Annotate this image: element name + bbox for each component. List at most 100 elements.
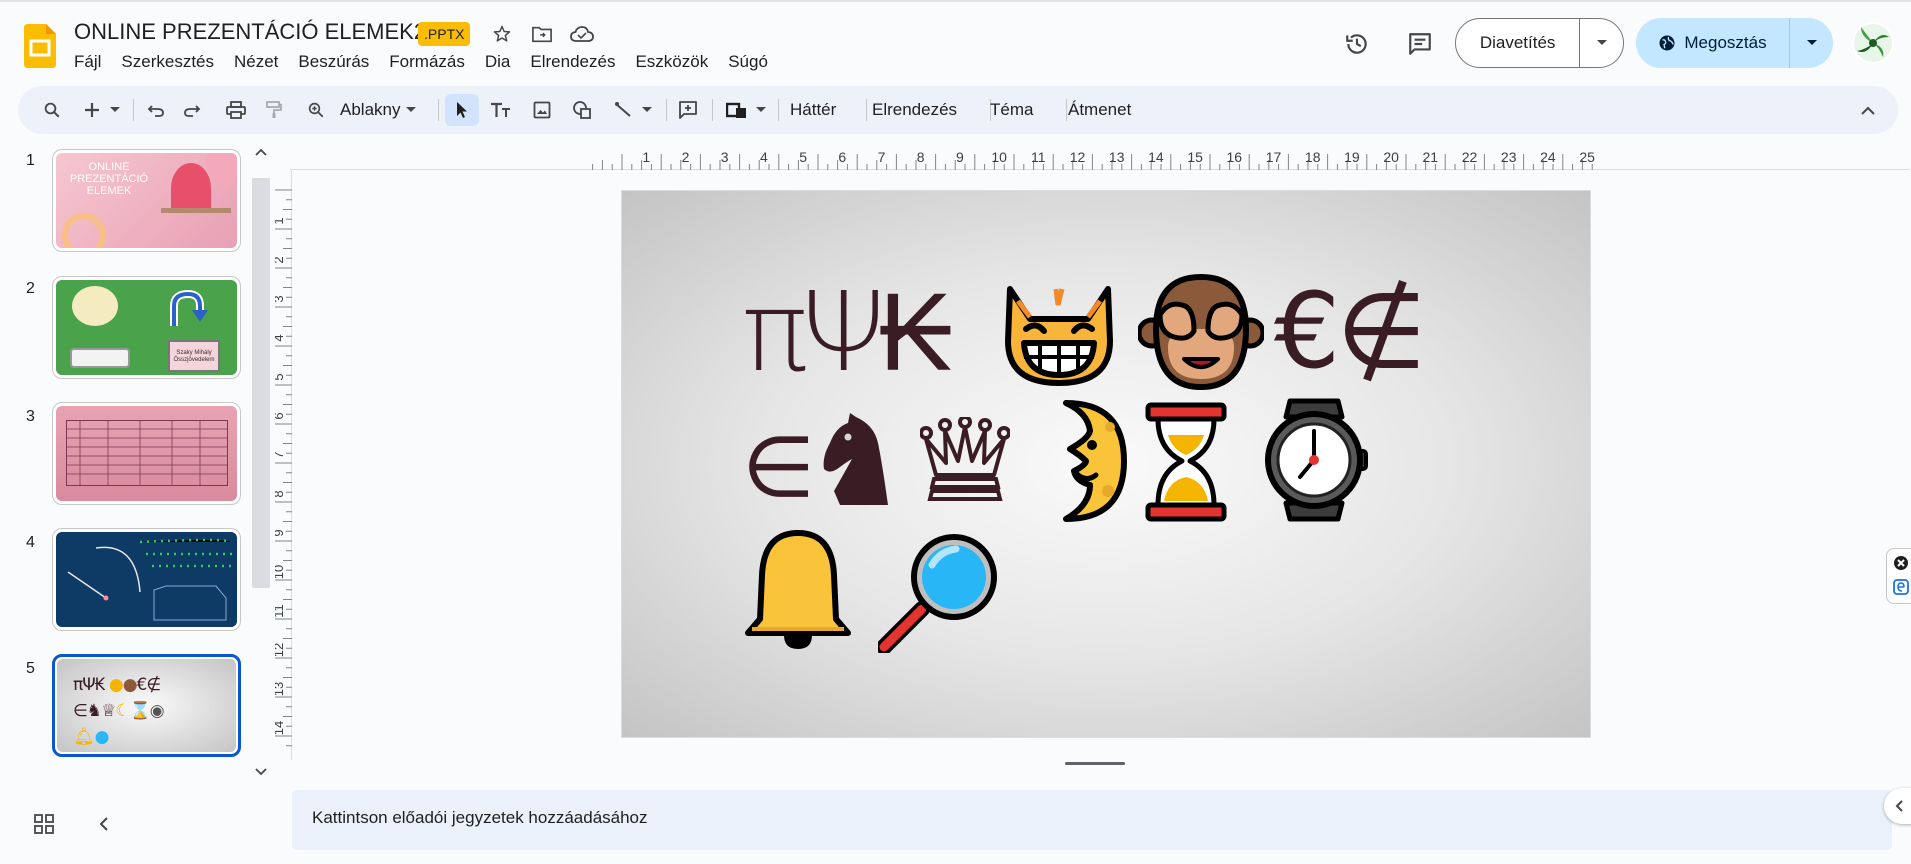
transition-button[interactable]: Átmenet xyxy=(1068,94,1131,126)
first-quarter-moon-face-icon[interactable] xyxy=(1030,399,1128,523)
speaker-notes-placeholder: Kattintson előadói jegyzetek hozzáadásáh… xyxy=(312,808,648,827)
menu-insert[interactable]: Beszúrás xyxy=(288,50,379,74)
horizontal-ruler[interactable]: 1 2 3 4 5 6 7 8 9 10 11 12 13 14 15 16 17 18 19 20 21 22 23 24 2… xyxy=(290,140,1910,170)
menu-format[interactable]: Formázás xyxy=(379,50,475,74)
share-label: Megosztás xyxy=(1684,33,1767,52)
layout-button[interactable]: Elrendezés xyxy=(872,94,957,126)
greek-symbols-text[interactable]: πΨ₭ xyxy=(742,277,952,387)
document-title[interactable]: ONLINE PREZENTÁCIÓ ELEMEK2 xyxy=(74,19,426,45)
watch-icon[interactable] xyxy=(1262,397,1370,523)
ruler-label: 22 xyxy=(1462,149,1478,165)
slide-thumbnail-3[interactable] xyxy=(52,402,241,505)
move-folder-icon[interactable] xyxy=(528,20,556,48)
slideshow-options-dropdown[interactable] xyxy=(1580,19,1623,67)
scroll-up-icon[interactable] xyxy=(255,148,267,156)
collapse-menus-icon[interactable] xyxy=(1854,94,1882,126)
speaker-notes-panel[interactable]: Kattintson előadói jegyzetek hozzáadásáh… xyxy=(292,790,1892,850)
ruler-label: 9 xyxy=(956,149,964,165)
menu-tools[interactable]: Eszközök xyxy=(625,50,718,74)
slide-thumbnail-1[interactable]: ONLINE PREZENTÁCIÓ ELEMEK xyxy=(52,149,241,252)
undo-icon[interactable] xyxy=(142,94,170,126)
toolbar-divider xyxy=(133,99,134,121)
text-box-icon[interactable] xyxy=(486,94,516,126)
cloud-saved-icon[interactable] xyxy=(568,20,596,48)
star-icon[interactable] xyxy=(488,20,516,48)
notes-resize-handle[interactable] xyxy=(1065,762,1125,765)
menu-bar: Fájl Szerkesztés Nézet Beszúrás Formázás… xyxy=(64,50,778,74)
background-button[interactable]: Háttér xyxy=(790,94,836,126)
see-no-evil-monkey-emoji-icon[interactable] xyxy=(1138,271,1264,393)
ruler-label: 7 xyxy=(878,149,886,165)
menu-file[interactable]: Fájl xyxy=(64,50,111,74)
extension-icon[interactable] xyxy=(1893,579,1909,595)
theme-button[interactable]: Téma xyxy=(990,94,1033,126)
slide-thumbnail-4[interactable] xyxy=(52,528,241,631)
vertical-ruler[interactable]: 1234567891011121314 xyxy=(271,170,292,760)
redo-icon[interactable] xyxy=(178,94,206,126)
ruler-label: 24 xyxy=(1540,149,1556,165)
new-slide-icon[interactable] xyxy=(78,94,106,126)
slides-logo-icon[interactable] xyxy=(24,24,56,68)
desk-illustration-icon xyxy=(161,208,231,213)
ruler-label: 17 xyxy=(1266,149,1282,165)
zoom-dropdown[interactable]: Ablakny xyxy=(340,94,417,126)
scroll-down-icon[interactable] xyxy=(255,768,267,776)
insert-special-icon[interactable] xyxy=(722,94,752,126)
slide-canvas[interactable]: πΨ₭ €∉ ∈ xyxy=(622,191,1590,737)
insert-special-dropdown-icon[interactable] xyxy=(754,94,768,126)
insert-image-icon[interactable] xyxy=(528,94,556,126)
zoom-label: Ablakny xyxy=(340,100,401,119)
search-menus-icon[interactable] xyxy=(36,94,68,126)
chess-knight-icon[interactable] xyxy=(820,413,892,507)
comments-icon[interactable] xyxy=(1400,24,1440,64)
bell-icon[interactable] xyxy=(744,529,852,653)
smiley-shape-icon xyxy=(72,286,118,326)
grid-view-icon[interactable] xyxy=(30,810,58,838)
account-avatar[interactable] xyxy=(1852,22,1894,64)
close-circle-icon[interactable] xyxy=(1893,555,1909,571)
collapse-filmstrip-icon[interactable] xyxy=(90,810,118,838)
slide-thumbnail-5[interactable]: πΨ₭ ●●€∉ ∈♞♕☾⌛◉ 🔔︎● xyxy=(52,654,241,757)
start-slideshow-button[interactable]: Diavetítés xyxy=(1456,19,1581,67)
share-options-dropdown[interactable] xyxy=(1790,18,1833,68)
menu-arrange[interactable]: Elrendezés xyxy=(520,50,625,74)
scroll-thumb[interactable] xyxy=(252,178,270,588)
filmstrip-scrollbar[interactable] xyxy=(252,148,270,778)
ruler-ticks: 1 2 3 4 5 6 7 8 9 10 11 12 13 14 15 16 17 18 19 20 21 22 23 24 2… xyxy=(592,149,1595,170)
grinning-cat-emoji-icon[interactable] xyxy=(1000,271,1118,389)
menu-edit[interactable]: Szerkesztés xyxy=(111,50,224,74)
line-dropdown-icon[interactable] xyxy=(640,94,654,126)
menu-view[interactable]: Nézet xyxy=(224,50,288,74)
share-button[interactable]: Megosztás xyxy=(1636,18,1790,68)
print-icon[interactable] xyxy=(222,94,250,126)
toolbar: Ablakny Háttér Elrendezés Téma Átmenet xyxy=(18,86,1898,134)
ruler-label: 8 xyxy=(917,149,925,165)
scroll-shape-icon xyxy=(70,348,130,368)
new-slide-layout-dropdown-icon[interactable] xyxy=(108,94,122,126)
element-of-symbol-text[interactable]: ∈ xyxy=(742,425,815,509)
ruler-label: 18 xyxy=(1305,149,1321,165)
select-tool-icon[interactable] xyxy=(445,94,479,126)
line-icon[interactable] xyxy=(610,94,638,126)
ruler-label: 7 xyxy=(275,451,286,458)
ruler-label: 1 xyxy=(275,217,286,224)
currency-symbols-text[interactable]: €∉ xyxy=(1274,279,1427,383)
side-panel-tab[interactable] xyxy=(1886,548,1911,604)
paint-format-icon[interactable] xyxy=(260,94,288,126)
magnifying-glass-icon[interactable] xyxy=(878,529,1002,653)
ruler-label: 19 xyxy=(1344,149,1360,165)
zoom-icon[interactable] xyxy=(302,94,330,126)
slideshow-button: Diavetítés xyxy=(1455,18,1624,68)
thumb-symbols-row-3: 🔔︎● xyxy=(73,727,110,747)
chevron-down-icon xyxy=(1806,40,1817,45)
thumb-symbols-row-2: ∈♞♕☾⌛◉ xyxy=(73,701,165,721)
version-history-icon[interactable] xyxy=(1337,24,1377,64)
ruler-label: 14 xyxy=(1148,149,1164,165)
menu-help[interactable]: Súgó xyxy=(718,50,778,74)
add-comment-icon[interactable] xyxy=(674,94,702,126)
menu-slide[interactable]: Dia xyxy=(475,50,521,74)
slide-thumbnail-2[interactable]: Szaky Mihály Összjövedelem xyxy=(52,276,241,379)
hourglass-icon[interactable] xyxy=(1144,401,1228,523)
shape-icon[interactable] xyxy=(568,94,596,126)
chess-queen-icon[interactable] xyxy=(920,417,1010,503)
